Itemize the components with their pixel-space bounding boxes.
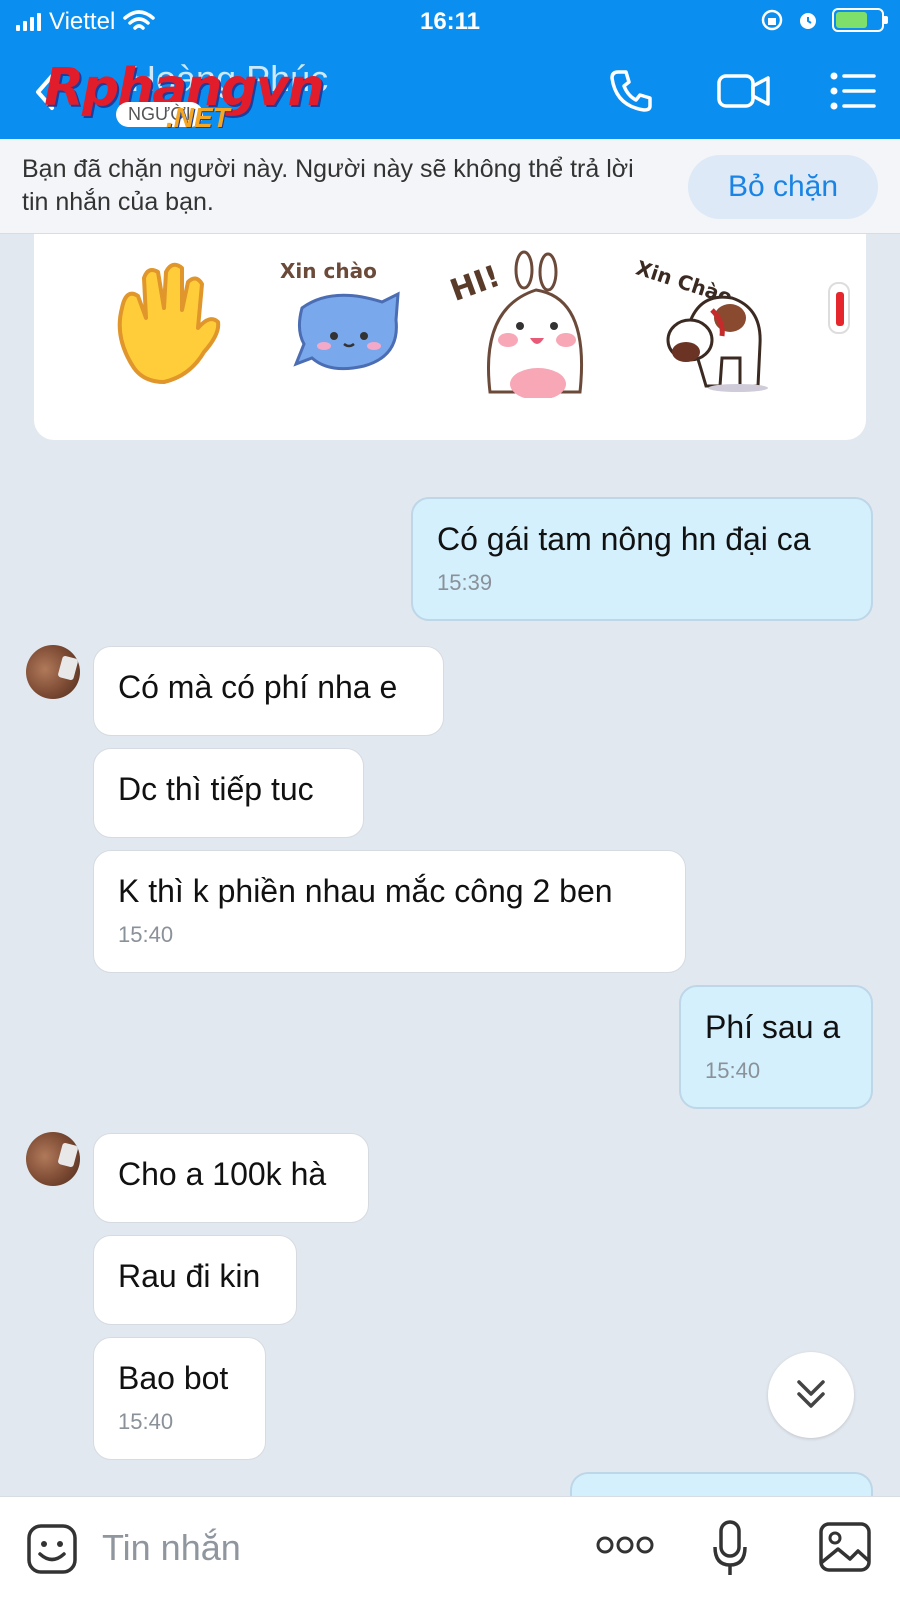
unblock-button[interactable]: Bỏ chặn bbox=[688, 155, 878, 219]
dog-bow-sticker[interactable]: Xin Chào bbox=[628, 248, 778, 398]
status-icons bbox=[760, 8, 888, 32]
bunny-hi-sticker[interactable]: HI! bbox=[450, 248, 600, 398]
message-text: Dc thì tiếp tuc bbox=[118, 771, 314, 807]
message-text: Có gái tam nông hn đại ca bbox=[437, 521, 811, 557]
blocked-banner: Bạn đã chặn người này. Người này sẽ khôn… bbox=[0, 139, 900, 234]
message-text: K thì k phiền nhau mắc công 2 ben bbox=[118, 873, 613, 909]
sticker-partial bbox=[828, 282, 850, 334]
image-gallery-icon[interactable] bbox=[818, 1521, 872, 1573]
avatar[interactable] bbox=[26, 645, 80, 699]
message-time: 15:40 bbox=[705, 1058, 761, 1083]
more-options-icon[interactable] bbox=[596, 1533, 654, 1557]
battery-icon bbox=[832, 8, 888, 32]
status-bar: Viettel 16:11 bbox=[0, 0, 900, 46]
message-text: Rau đi kin bbox=[118, 1258, 261, 1294]
scroll-to-bottom-button[interactable] bbox=[768, 1352, 854, 1438]
message-time: 15:39 bbox=[437, 570, 493, 595]
avatar[interactable] bbox=[26, 1132, 80, 1186]
blocked-message: Bạn đã chặn người này. Người này sẽ khôn… bbox=[22, 155, 634, 216]
message-time: 15:40 bbox=[118, 922, 174, 947]
menu-icon[interactable] bbox=[828, 66, 878, 116]
message-bubble-incoming[interactable]: Bao bot 15:40 bbox=[93, 1337, 266, 1460]
double-chevron-down-icon bbox=[797, 1379, 825, 1408]
orientation-lock-icon bbox=[761, 9, 783, 31]
video-call-icon[interactable] bbox=[716, 66, 772, 116]
message-text: Cho a 100k hà bbox=[118, 1156, 327, 1192]
message-input[interactable] bbox=[102, 1521, 562, 1575]
message-bubble-outgoing[interactable]: Phí sau a 15:40 bbox=[679, 985, 873, 1109]
sticker-caption: HI! bbox=[450, 259, 505, 309]
message-bubble-outgoing[interactable]: Có gái tam nông hn đại ca 15:39 bbox=[411, 497, 873, 621]
message-text: Phí sau a bbox=[705, 1009, 841, 1045]
message-bubble-incoming[interactable]: Rau đi kin bbox=[93, 1235, 297, 1325]
phone-icon[interactable] bbox=[606, 66, 656, 116]
sticker-suggestions: Xin chào HI! Xin Chào bbox=[34, 234, 866, 440]
alarm-icon bbox=[800, 13, 816, 29]
sticker-caption: Xin chào bbox=[280, 259, 377, 283]
watermark-logo: Rphangvn NGƯỜI .NET bbox=[44, 58, 325, 133]
microphone-icon[interactable] bbox=[712, 1519, 748, 1579]
chat-header: Viettel 16:11 Hoàng Phúc Rphangvn NGƯỜI … bbox=[0, 0, 900, 139]
message-text: Bao bot bbox=[118, 1360, 229, 1396]
message-text: Có mà có phí nha e bbox=[118, 669, 398, 705]
blue-cat-sticker[interactable]: Xin chào bbox=[272, 248, 422, 398]
message-input-bar bbox=[0, 1496, 900, 1600]
waving-hand-sticker[interactable] bbox=[94, 248, 244, 398]
message-time: 15:40 bbox=[118, 1409, 174, 1434]
sticker-icon[interactable] bbox=[26, 1523, 78, 1575]
message-bubble-incoming[interactable]: Dc thì tiếp tuc bbox=[93, 748, 364, 838]
message-bubble-incoming[interactable]: Cho a 100k hà bbox=[93, 1133, 369, 1223]
message-bubble-incoming[interactable]: K thì k phiền nhau mắc công 2 ben 15:40 bbox=[93, 850, 686, 973]
message-bubble-incoming[interactable]: Có mà có phí nha e bbox=[93, 646, 444, 736]
